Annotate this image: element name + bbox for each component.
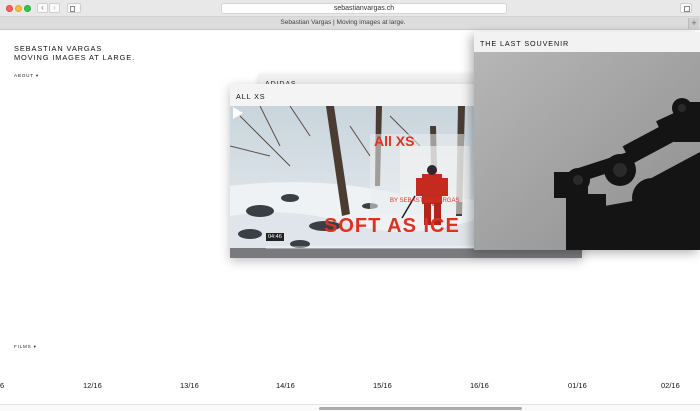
timeline-date[interactable]: 6 — [0, 381, 4, 390]
films-menu-link[interactable]: FILMS ▾ — [14, 344, 37, 350]
horizontal-scrollbar[interactable] — [0, 404, 700, 411]
film-card-title: THE LAST SOUVENIR — [480, 39, 570, 48]
timeline-date[interactable]: 15/16 — [373, 381, 392, 390]
camera-rig-image — [474, 52, 700, 250]
tab-overview-icon[interactable] — [680, 3, 692, 13]
forward-button[interactable]: › — [49, 3, 60, 13]
film-card-last-souvenir[interactable]: THE LAST SOUVENIR — [474, 32, 700, 250]
timeline-date[interactable]: 12/16 — [83, 381, 102, 390]
svg-text:SOFT AS ICE: SOFT AS ICE — [324, 215, 460, 237]
browser-titlebar: ‹ › sebastianvargas.ch — [0, 0, 700, 17]
svg-text:BY SEBASTIAN VARGAS: BY SEBASTIAN VARGAS — [390, 198, 459, 204]
site-subtitle: MOVING IMAGES AT LARGE. — [14, 53, 136, 62]
close-window-button[interactable] — [6, 5, 13, 12]
timeline-date[interactable]: 13/16 — [180, 381, 199, 390]
svg-text:All XS: All XS — [374, 133, 414, 149]
sidebar-toggle-icon[interactable] — [67, 3, 81, 13]
video-duration: 04:46 — [266, 233, 284, 241]
minimize-window-button[interactable] — [15, 5, 22, 12]
timeline-date[interactable]: 16/16 — [470, 381, 489, 390]
tab-bar: Sebastian Vargas | Moving images at larg… — [0, 17, 700, 30]
film-still — [474, 52, 700, 250]
address-bar[interactable]: sebastianvargas.ch — [221, 3, 507, 14]
timeline-date[interactable]: 01/16 — [568, 381, 587, 390]
tab-active[interactable]: Sebastian Vargas | Moving images at larg… — [0, 17, 686, 29]
zoom-window-button[interactable] — [24, 5, 31, 12]
back-button[interactable]: ‹ — [37, 3, 48, 13]
about-menu-link[interactable]: ABOUT ▾ — [14, 73, 39, 79]
new-tab-button[interactable]: + — [688, 18, 699, 29]
timeline-date[interactable]: 02/16 — [661, 381, 680, 390]
film-card-title: ALL XS — [236, 92, 266, 101]
play-icon[interactable] — [230, 106, 244, 120]
scrollbar-thumb[interactable] — [319, 407, 522, 410]
timeline-date[interactable]: 14/16 — [276, 381, 295, 390]
